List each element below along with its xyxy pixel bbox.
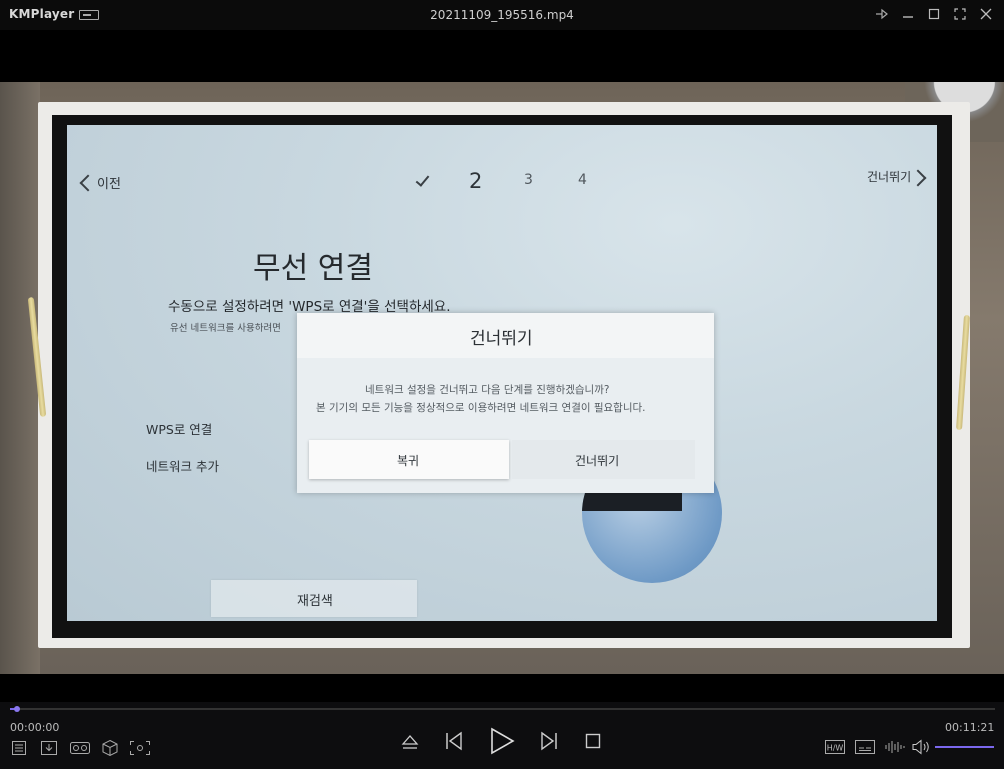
hw-label: H/W <box>827 744 844 753</box>
rescan-label: 재검색 <box>297 594 333 609</box>
skip-confirm-label: 건너뛰기 <box>575 454 620 468</box>
menu-add-network: 네트워크 추가 <box>146 459 219 474</box>
previous-icon[interactable] <box>443 730 465 752</box>
fullscreen-icon[interactable] <box>953 7 967 21</box>
skip-confirm-button: 건너뛰기 <box>512 440 695 479</box>
current-time: 00:00:00 <box>10 721 60 734</box>
menu-wps: WPS로 연결 <box>146 422 213 437</box>
video-wall <box>0 82 40 674</box>
skip-label: 건너뛰기 <box>867 170 912 184</box>
minimize-icon[interactable] <box>901 7 915 21</box>
volume-icon[interactable] <box>911 739 931 755</box>
page-subheading: 수동으로 설정하려면 'WPS로 연결'을 선택하세요. <box>168 299 451 315</box>
hw-decoder-icon[interactable]: H/W <box>825 740 845 754</box>
tv-screen: 이전 2 3 4 건너뛰기 무선 연결 수동으로 설정하려면 'WPS로 연결'… <box>67 125 937 621</box>
control-bar: 00:00:00 00:11:21 H/W <box>0 702 1004 769</box>
step-4: 4 <box>578 172 587 188</box>
seek-bar[interactable] <box>10 706 995 712</box>
play-icon[interactable] <box>487 726 517 756</box>
eject-icon[interactable] <box>400 732 420 752</box>
equalizer-icon[interactable] <box>884 740 906 754</box>
back-label: 이전 <box>97 177 121 192</box>
volume-slider[interactable] <box>935 746 994 748</box>
close-icon[interactable] <box>979 7 993 21</box>
dialog-title: 건너뛰기 <box>470 329 533 349</box>
dialog-message-2: 본 기기의 모든 기능을 정상적으로 이용하려면 네트워크 연결이 필요합니다. <box>316 402 646 414</box>
chevron-left-icon <box>79 174 97 192</box>
screen-capture-icon[interactable] <box>129 740 151 756</box>
vr-icon[interactable] <box>69 740 91 756</box>
return-label: 복귀 <box>397 454 420 468</box>
pin-icon[interactable] <box>875 7 889 21</box>
maximize-icon[interactable] <box>927 7 941 21</box>
step-3: 3 <box>524 172 533 188</box>
seek-handle[interactable] <box>13 706 20 712</box>
title-bar: KMPlayer 20211109_195516.mp4 <box>0 0 1004 30</box>
volume-level <box>935 746 994 748</box>
playlist-icon[interactable] <box>11 740 27 756</box>
check-icon <box>415 172 430 187</box>
total-time: 00:11:21 <box>945 721 995 734</box>
step-current: 2 <box>469 169 483 193</box>
3d-cube-icon[interactable] <box>101 739 119 757</box>
return-button: 복귀 <box>309 440 509 479</box>
chevron-right-icon <box>909 169 927 187</box>
dialog-message-1: 네트워크 설정을 건너뛰고 다음 단계를 진행하겠습니까? <box>365 384 610 396</box>
file-title: 20211109_195516.mp4 <box>430 8 574 22</box>
rescan-button: 재검색 <box>211 580 417 617</box>
page-subtext: 유선 네트워크를 사용하려면 <box>170 323 281 334</box>
video-area[interactable]: 이전 2 3 4 건너뛰기 무선 연결 수동으로 설정하려면 'WPS로 연결'… <box>0 30 1004 702</box>
download-icon[interactable] <box>40 740 58 756</box>
stop-icon[interactable] <box>584 732 602 750</box>
page-heading: 무선 연결 <box>253 251 373 286</box>
subtitle-icon[interactable] <box>855 740 875 754</box>
next-icon[interactable] <box>538 730 560 752</box>
skip-dialog: 건너뛰기 네트워크 설정을 건너뛰고 다음 단계를 진행하겠습니까? 본 기기의… <box>297 313 714 493</box>
